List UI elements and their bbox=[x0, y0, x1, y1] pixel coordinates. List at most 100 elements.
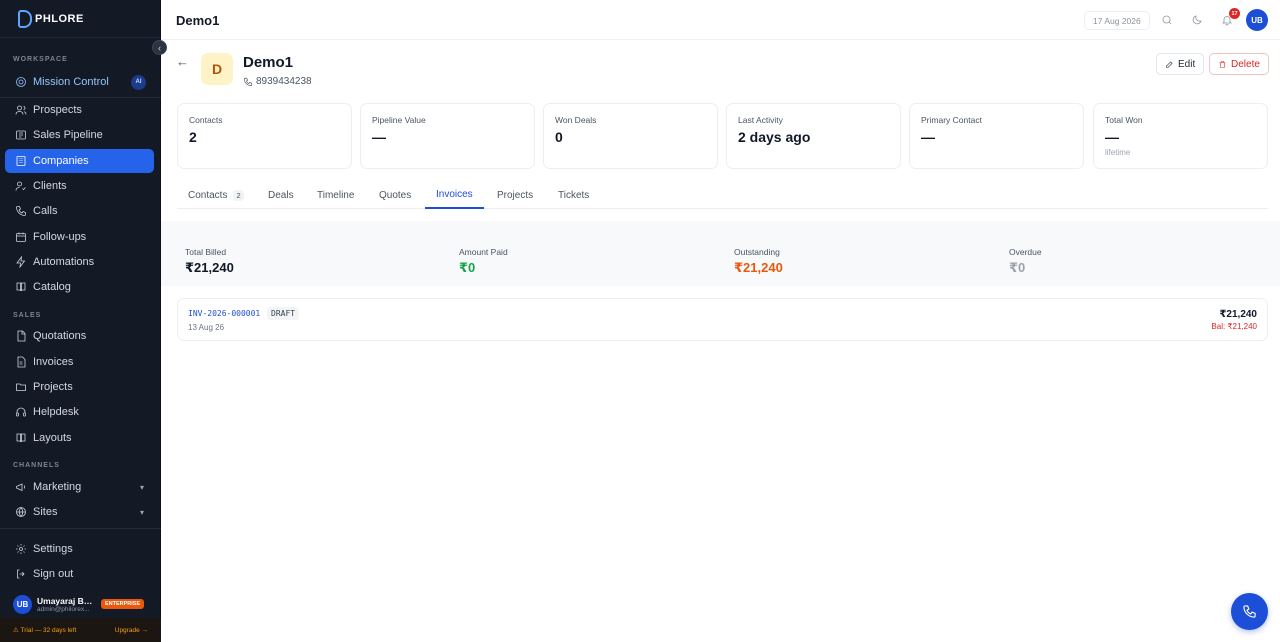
tab-invoices[interactable]: Invoices bbox=[425, 182, 484, 209]
tab-timeline[interactable]: Timeline bbox=[306, 182, 365, 209]
sidebar-item-automations[interactable]: Automations bbox=[5, 250, 154, 274]
notification-count-badge: 17 bbox=[1229, 8, 1240, 19]
summary-label: Outstanding bbox=[734, 247, 780, 257]
sidebar-item-label: Automations bbox=[33, 256, 95, 268]
sidebar-item-label: Invoices bbox=[33, 356, 74, 368]
user-check-icon bbox=[14, 180, 27, 193]
moon-icon[interactable] bbox=[1189, 12, 1205, 28]
sidebar-item-label: Mission Control bbox=[33, 76, 109, 88]
sidebar-item-marketing[interactable]: Marketing ▾ bbox=[5, 475, 154, 499]
collapse-sidebar-button[interactable]: ‹ bbox=[152, 40, 167, 55]
user-card[interactable]: UB Umayaraj Bal... admin@philorex... ENT… bbox=[5, 590, 155, 618]
delete-label: Delete bbox=[1231, 58, 1260, 70]
tab-deals[interactable]: Deals bbox=[257, 182, 305, 209]
back-arrow-icon[interactable]: ← bbox=[176, 54, 189, 69]
sidebar-item-invoices[interactable]: Invoices bbox=[5, 350, 154, 374]
gear-icon bbox=[14, 543, 27, 556]
sidebar-item-label: Sign out bbox=[33, 568, 74, 580]
tab-contacts[interactable]: Contacts 2 bbox=[177, 182, 255, 209]
sidebar-item-companies[interactable]: Companies bbox=[5, 149, 154, 173]
section-workspace: WORKSPACE bbox=[13, 56, 68, 63]
tab-label: Quotes bbox=[379, 190, 412, 201]
trial-text: ⚠ Trial — 32 days left bbox=[13, 627, 77, 634]
sidebar: PHLORE WORKSPACE Mission Control AI Pros… bbox=[0, 0, 161, 642]
tab-label: Contacts bbox=[188, 190, 228, 201]
sidebar-item-label: Sites bbox=[33, 506, 58, 518]
stat-label: Primary Contact bbox=[921, 115, 982, 125]
trash-icon bbox=[1218, 60, 1227, 69]
summary-total-billed: Total Billed ₹21,240 bbox=[185, 247, 234, 276]
invoice-number[interactable]: INV-2026-000001 bbox=[188, 309, 260, 318]
file-text-icon bbox=[14, 356, 27, 369]
sidebar-item-helpdesk[interactable]: Helpdesk bbox=[5, 400, 154, 424]
sidebar-item-sign-out[interactable]: Sign out bbox=[5, 562, 154, 586]
phone-icon bbox=[14, 205, 27, 218]
summary-value: ₹0 bbox=[1009, 260, 1026, 275]
sidebar-item-sites[interactable]: Sites ▾ bbox=[5, 500, 154, 524]
upgrade-link[interactable]: Upgrade → bbox=[115, 627, 148, 634]
target-icon bbox=[14, 76, 27, 89]
sidebar-item-follow-ups[interactable]: Follow-ups bbox=[5, 225, 154, 249]
sidebar-item-calls[interactable]: Calls bbox=[5, 199, 154, 223]
summary-value: ₹0 bbox=[459, 260, 476, 275]
avatar[interactable]: UB bbox=[1246, 9, 1268, 31]
page-title: Demo1 bbox=[176, 13, 220, 28]
top-bar: Demo1 17 Aug 2026 17 UB bbox=[161, 0, 1280, 40]
summary-overdue: Overdue ₹0 bbox=[1009, 247, 1042, 276]
sidebar-item-label: Companies bbox=[33, 155, 89, 167]
sidebar-item-prospects[interactable]: Prospects bbox=[5, 98, 154, 122]
headset-icon bbox=[14, 406, 27, 419]
stat-sub: lifetime bbox=[1105, 148, 1131, 157]
sidebar-item-mission-control[interactable]: Mission Control AI bbox=[5, 70, 154, 94]
summary-value: ₹21,240 bbox=[734, 260, 783, 275]
tab-projects[interactable]: Projects bbox=[486, 182, 544, 209]
building-icon bbox=[14, 155, 27, 168]
stat-value: 2 days ago bbox=[738, 129, 811, 145]
sidebar-item-clients[interactable]: Clients bbox=[5, 174, 154, 198]
stat-label: Total Won bbox=[1105, 115, 1143, 125]
invoice-row[interactable]: INV-2026-000001 DRAFT 13 Aug 26 ₹21,240 … bbox=[177, 298, 1268, 341]
app-logo[interactable]: PHLORE bbox=[0, 0, 160, 38]
sidebar-item-label: Calls bbox=[33, 205, 58, 217]
section-sales: SALES bbox=[13, 312, 42, 319]
sidebar-item-sales-pipeline[interactable]: Sales Pipeline bbox=[5, 123, 154, 147]
tab-count-badge: 2 bbox=[233, 190, 244, 201]
stat-card-last-activity: Last Activity 2 days ago bbox=[726, 103, 901, 169]
sidebar-divider bbox=[0, 528, 161, 529]
users-icon bbox=[14, 104, 27, 117]
summary-label: Total Billed bbox=[185, 247, 227, 257]
sidebar-item-label: Follow-ups bbox=[33, 231, 87, 243]
sidebar-item-catalog[interactable]: Catalog bbox=[5, 275, 154, 299]
tab-quotes[interactable]: Quotes bbox=[368, 182, 422, 209]
avatar: UB bbox=[13, 594, 32, 614]
delete-button[interactable]: Delete bbox=[1209, 53, 1269, 75]
book-icon bbox=[14, 281, 27, 294]
date-display: 17 Aug 2026 bbox=[1084, 11, 1150, 30]
invoice-date: 13 Aug 26 bbox=[188, 323, 225, 332]
pencil-icon bbox=[1165, 60, 1174, 69]
tab-label: Projects bbox=[497, 190, 534, 201]
section-channels: CHANNELS bbox=[13, 462, 60, 469]
tab-bar: Contacts 2 Deals Timeline Quotes Invoice… bbox=[177, 182, 1268, 209]
sidebar-item-projects[interactable]: Projects bbox=[5, 375, 154, 399]
edit-button[interactable]: Edit bbox=[1156, 53, 1205, 75]
pipeline-icon bbox=[14, 129, 27, 142]
stat-card-pipeline-value: Pipeline Value — bbox=[360, 103, 535, 169]
chevron-down-icon: ▾ bbox=[139, 507, 144, 517]
logo-icon bbox=[18, 9, 32, 28]
stat-value: 2 bbox=[189, 129, 197, 145]
summary-label: Overdue bbox=[1009, 247, 1042, 257]
sidebar-item-settings[interactable]: Settings bbox=[5, 537, 154, 561]
stat-label: Won Deals bbox=[555, 115, 597, 125]
tab-tickets[interactable]: Tickets bbox=[547, 182, 600, 209]
summary-outstanding: Outstanding ₹21,240 bbox=[734, 247, 783, 276]
call-fab-button[interactable] bbox=[1231, 593, 1268, 630]
stat-value: — bbox=[1105, 129, 1119, 145]
stat-value: — bbox=[372, 129, 386, 145]
stat-value: 0 bbox=[555, 129, 563, 145]
search-icon[interactable] bbox=[1159, 12, 1175, 28]
sidebar-item-quotations[interactable]: Quotations bbox=[5, 324, 154, 348]
user-email: admin@philorex... bbox=[37, 605, 90, 613]
sidebar-item-layouts[interactable]: Layouts bbox=[5, 426, 154, 450]
chevron-down-icon: ▾ bbox=[139, 482, 144, 492]
